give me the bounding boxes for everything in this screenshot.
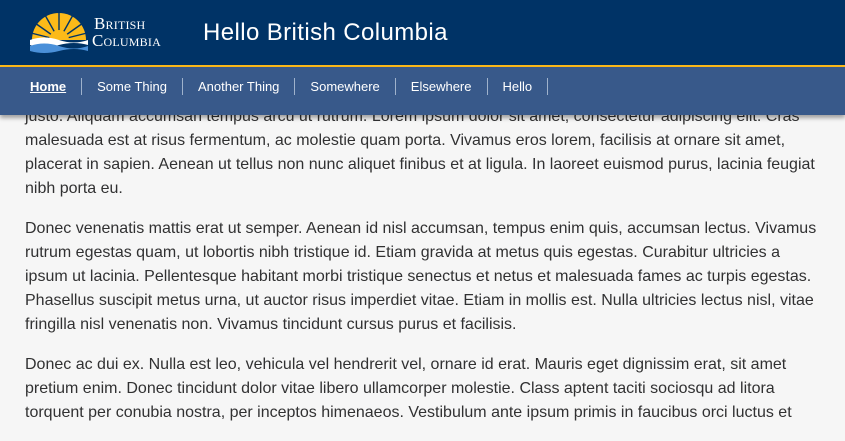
bc-sun-logo-icon — [30, 12, 88, 53]
nav-list: Home Some Thing Another Thing Somewhere … — [0, 67, 845, 105]
nav-item-home[interactable]: Home — [15, 79, 81, 94]
logo-wordmark: British Columbia — [92, 14, 161, 50]
bc-logo[interactable]: British Columbia — [28, 10, 186, 56]
nav-divider — [547, 77, 549, 95]
site-header: British Columbia Hello British Columbia — [0, 0, 845, 67]
nav-item-somewhere[interactable]: Somewhere — [295, 79, 394, 94]
nav-item-elsewhere[interactable]: Elsewhere — [396, 79, 487, 94]
content-paragraph: Donec ac dui ex. Nulla est leo, vehicula… — [25, 356, 792, 421]
nav-item-some-thing[interactable]: Some Thing — [82, 79, 182, 94]
site-title: Hello British Columbia — [203, 19, 448, 46]
content-paragraph: Donec venenatis mattis erat ut semper. A… — [25, 220, 817, 333]
main-content: justo. Aliquam accumsan tempus arcu ut r… — [25, 105, 825, 441]
content-paragraph: justo. Aliquam accumsan tempus arcu ut r… — [25, 108, 815, 197]
nav-item-hello[interactable]: Hello — [488, 79, 548, 94]
logo-line2: Columbia — [92, 31, 161, 50]
nav-item-another-thing[interactable]: Another Thing — [183, 79, 294, 94]
main-navigation: Home Some Thing Another Thing Somewhere … — [0, 67, 845, 115]
logo-line1: British — [94, 14, 146, 33]
